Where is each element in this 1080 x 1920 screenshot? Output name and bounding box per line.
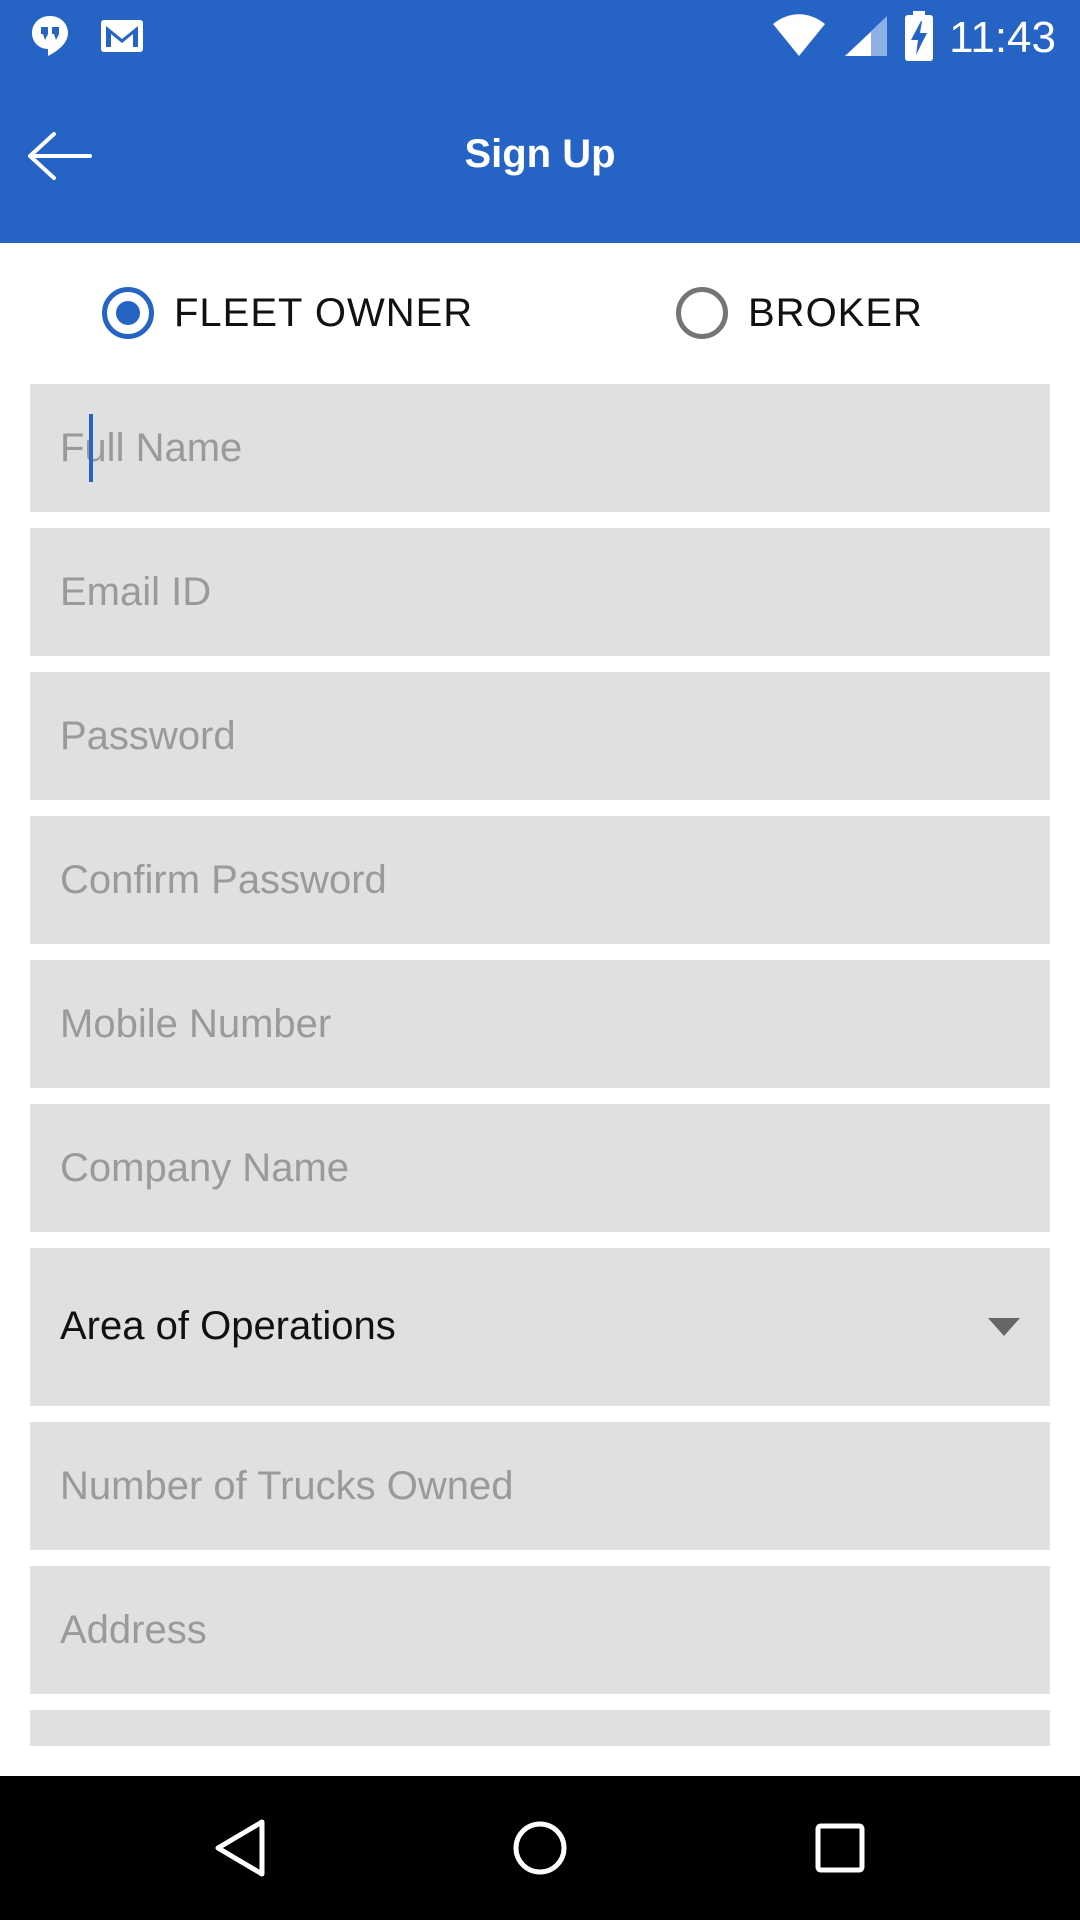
- company-name-input[interactable]: [30, 1104, 1050, 1232]
- full-name-input[interactable]: [30, 384, 1050, 512]
- radio-checked-icon: [102, 287, 154, 339]
- email-input[interactable]: [30, 528, 1050, 656]
- confirm-password-input[interactable]: [30, 816, 1050, 944]
- mobile-number-input[interactable]: [30, 960, 1050, 1088]
- wifi-icon: [771, 13, 827, 63]
- navigation-bar: [0, 1776, 1080, 1920]
- radio-broker[interactable]: BROKER: [676, 287, 923, 339]
- system-icons: 11:43: [771, 10, 1056, 66]
- radio-fleet-owner[interactable]: FLEET OWNER: [102, 287, 473, 339]
- page-title: Sign Up: [464, 132, 616, 176]
- radio-label: FLEET OWNER: [174, 290, 474, 335]
- confirm-password-field: [30, 816, 1050, 944]
- role-selector: FLEET OWNER BROKER: [0, 243, 1080, 383]
- trucks-owned-field: [30, 1422, 1050, 1550]
- nav-back-button[interactable]: [204, 1812, 276, 1884]
- text-cursor: [89, 414, 93, 482]
- radio-label: BROKER: [748, 290, 923, 335]
- area-of-operations-select[interactable]: Area of Operations: [30, 1248, 1050, 1406]
- radio-unchecked-icon: [676, 287, 728, 339]
- full-name-field: [30, 384, 1050, 512]
- select-value: Area of Operations: [60, 1304, 396, 1348]
- home-circle-icon: [513, 1821, 567, 1875]
- status-bar: 11:43: [0, 0, 1080, 76]
- address-field: [30, 1566, 1050, 1694]
- hangouts-icon: [30, 14, 70, 63]
- nav-home-button[interactable]: [504, 1812, 576, 1884]
- nav-recents-button[interactable]: [804, 1812, 876, 1884]
- mobile-number-field: [30, 960, 1050, 1088]
- battery-charging-icon: [905, 10, 934, 66]
- notification-icons: [30, 14, 144, 63]
- back-triangle-icon: [215, 1819, 265, 1877]
- dropdown-arrow-icon: [988, 1318, 1020, 1336]
- gmail-icon: [100, 19, 144, 58]
- password-input[interactable]: [30, 672, 1050, 800]
- address-input[interactable]: [30, 1566, 1050, 1694]
- recents-square-icon: [815, 1823, 865, 1873]
- clock-time: 11:43: [949, 13, 1056, 62]
- password-field: [30, 672, 1050, 800]
- signal-icon: [843, 14, 889, 63]
- app-bar: Sign Up: [0, 76, 1080, 243]
- email-field: [30, 528, 1050, 656]
- trucks-owned-input[interactable]: [30, 1422, 1050, 1550]
- company-name-field: [30, 1104, 1050, 1232]
- next-field-partial[interactable]: [30, 1710, 1050, 1746]
